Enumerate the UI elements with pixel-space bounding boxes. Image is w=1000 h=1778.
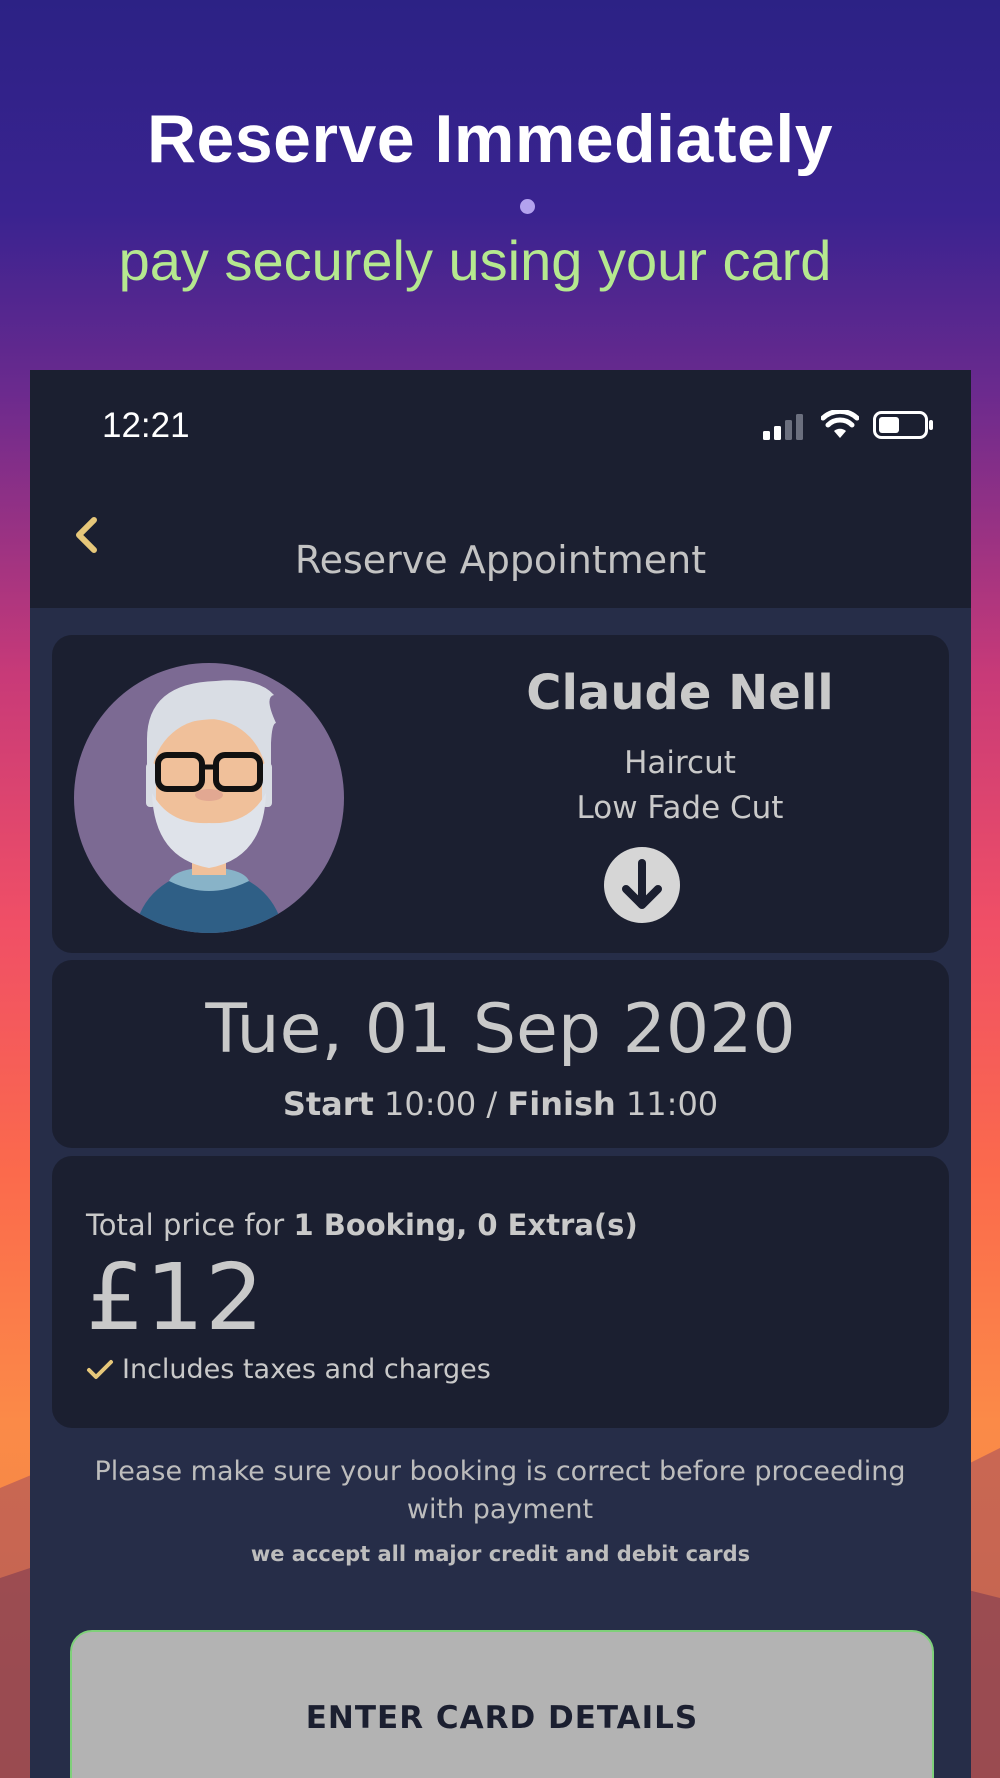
- promo-title: Reserve Immediately: [146, 101, 834, 177]
- status-bar: 12:21: [30, 370, 971, 480]
- finish-label: Finish: [507, 1085, 616, 1123]
- battery-icon: [873, 411, 933, 439]
- includes-text: Includes taxes and charges: [122, 1354, 491, 1385]
- status-time: 12:21: [102, 406, 190, 445]
- start-label: Start: [282, 1085, 374, 1123]
- service-category: Haircut: [624, 745, 736, 781]
- enter-card-details-button[interactable]: ENTER CARD DETAILS: [70, 1630, 934, 1778]
- pagination-dot: [520, 199, 535, 214]
- appointment-date: Tue, 01 Sep 2020: [205, 990, 796, 1069]
- price-summary: Total price for 1 Booking, 0 Extra(s): [86, 1208, 638, 1242]
- promo-subtitle: pay securely using your card: [118, 229, 832, 292]
- includes-note: Includes taxes and charges: [86, 1354, 491, 1385]
- booking-summary: 1 Booking, 0 Extra(s): [293, 1208, 638, 1242]
- enter-card-details-label: ENTER CARD DETAILS: [305, 1700, 699, 1736]
- wifi-icon: [821, 410, 859, 438]
- barber-card: Claude Nell Haircut Low Fade Cut: [52, 635, 949, 953]
- appointment-time: Start 10:00 / Finish 11:00: [52, 1085, 949, 1123]
- barber-name: Claude Nell: [526, 665, 834, 721]
- signal-icon: [763, 414, 803, 440]
- service-name: Low Fade Cut: [576, 790, 784, 826]
- nav-bar: Reserve Appointment: [30, 480, 971, 608]
- booking-notice: Please make sure your booking is correct…: [94, 1456, 906, 1525]
- arrow-down-circle-icon: [604, 847, 680, 923]
- expand-details-button[interactable]: [602, 845, 682, 925]
- avatar: [74, 663, 344, 933]
- finish-time: 11:00: [625, 1085, 719, 1123]
- phone-screen: 12:21 Reserve Appointment Claude Nell Ha…: [30, 370, 971, 1778]
- page-title: Reserve Appointment: [294, 538, 707, 582]
- accepted-cards-note: we accept all major credit and debit car…: [250, 1542, 751, 1566]
- time-separator: /: [486, 1085, 498, 1123]
- date-card: Tue, 01 Sep 2020 Start 10:00 / Finish 11…: [52, 960, 949, 1148]
- start-time: 10:00: [384, 1085, 477, 1123]
- price-amount: £12: [86, 1244, 265, 1351]
- price-card: Total price for 1 Booking, 0 Extra(s) £1…: [52, 1156, 949, 1428]
- checkmark-icon: [87, 1359, 113, 1379]
- status-icons: [763, 410, 935, 440]
- price-prefix: Total price for: [86, 1208, 285, 1242]
